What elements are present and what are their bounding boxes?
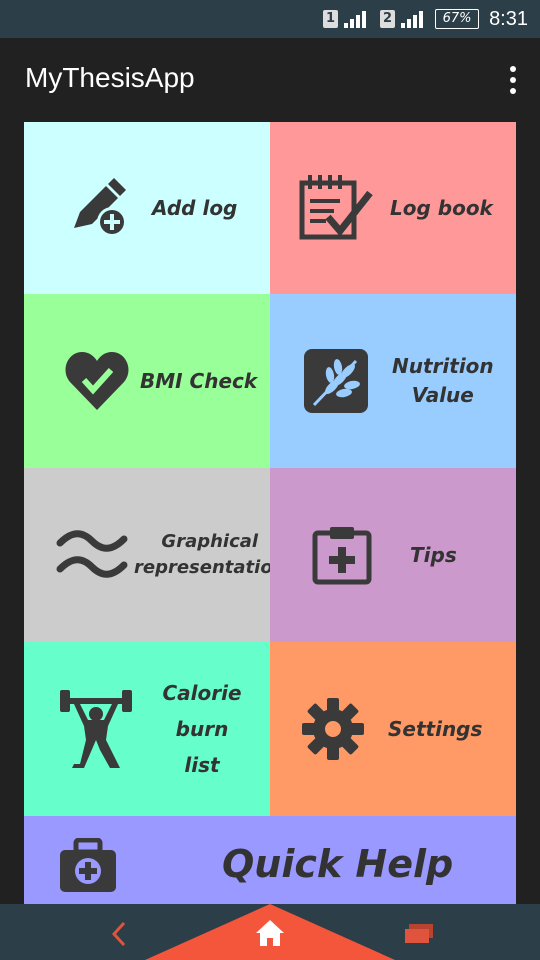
sim1-indicator: 1 bbox=[323, 10, 339, 28]
clipboard-plus-icon bbox=[312, 527, 372, 585]
graphical-representation-tile[interactable]: Graphical representation bbox=[24, 468, 286, 642]
graphical-label: Graphical representation bbox=[134, 529, 286, 581]
tips-label: Tips bbox=[410, 542, 457, 567]
add-log-tile[interactable]: Add log bbox=[24, 122, 270, 294]
first-aid-kit-icon bbox=[60, 838, 116, 892]
sim2-indicator: 2 bbox=[380, 10, 396, 28]
bmi-check-label: BMI Check bbox=[140, 368, 258, 393]
nutrition-label-line1: Nutrition bbox=[392, 354, 494, 378]
clock: 8:31 bbox=[489, 7, 528, 30]
calorie-label: Calorie burn list bbox=[134, 675, 270, 783]
app-title: MyThesisApp bbox=[25, 62, 195, 93]
wave-icon bbox=[56, 530, 128, 578]
recent-apps-icon[interactable] bbox=[405, 924, 435, 944]
more-vert-icon[interactable] bbox=[508, 66, 518, 94]
log-book-label: Log book bbox=[390, 195, 493, 220]
back-chevron-icon[interactable] bbox=[110, 920, 130, 948]
log-book-tile[interactable]: Log book bbox=[270, 122, 516, 294]
add-log-label: Add log bbox=[152, 195, 238, 220]
status-bar: 1 2 67% 8:31 bbox=[0, 0, 540, 38]
graphical-label-line1: Graphical bbox=[161, 531, 259, 552]
action-bar: MyThesisApp bbox=[0, 38, 540, 122]
signal-icon-2 bbox=[401, 10, 424, 28]
pencil-add-icon bbox=[74, 178, 127, 237]
nutrition-label-line2: Value bbox=[411, 383, 474, 407]
heart-check-icon bbox=[65, 352, 129, 410]
settings-tile[interactable]: Settings bbox=[270, 642, 516, 816]
calorie-label-line1: Calorie burn bbox=[162, 681, 242, 741]
quick-help-tile[interactable]: Quick Help bbox=[24, 816, 516, 904]
menu-grid: Add log Log book BMI Check Nutrition Val… bbox=[24, 122, 516, 904]
settings-label: Settings bbox=[388, 716, 483, 741]
notepad-check-icon bbox=[299, 175, 373, 240]
calorie-burn-list-tile[interactable]: Calorie burn list bbox=[24, 642, 270, 816]
graphical-label-line2: representation bbox=[134, 557, 286, 578]
weightlifter-icon bbox=[60, 690, 132, 768]
signal-icon-1 bbox=[344, 10, 367, 28]
navigation-bar bbox=[0, 904, 540, 960]
wheat-icon bbox=[304, 349, 368, 413]
nutrition-value-label: Nutrition Value bbox=[392, 352, 494, 410]
calorie-label-line2: list bbox=[184, 753, 220, 777]
quick-help-label: Quick Help bbox=[222, 841, 454, 886]
gear-icon bbox=[302, 698, 364, 760]
tips-tile[interactable]: Tips bbox=[270, 468, 516, 642]
bmi-check-tile[interactable]: BMI Check bbox=[24, 294, 270, 468]
nutrition-value-tile[interactable]: Nutrition Value bbox=[270, 294, 516, 468]
home-button[interactable] bbox=[145, 904, 395, 960]
battery-indicator: 67% bbox=[435, 9, 480, 29]
